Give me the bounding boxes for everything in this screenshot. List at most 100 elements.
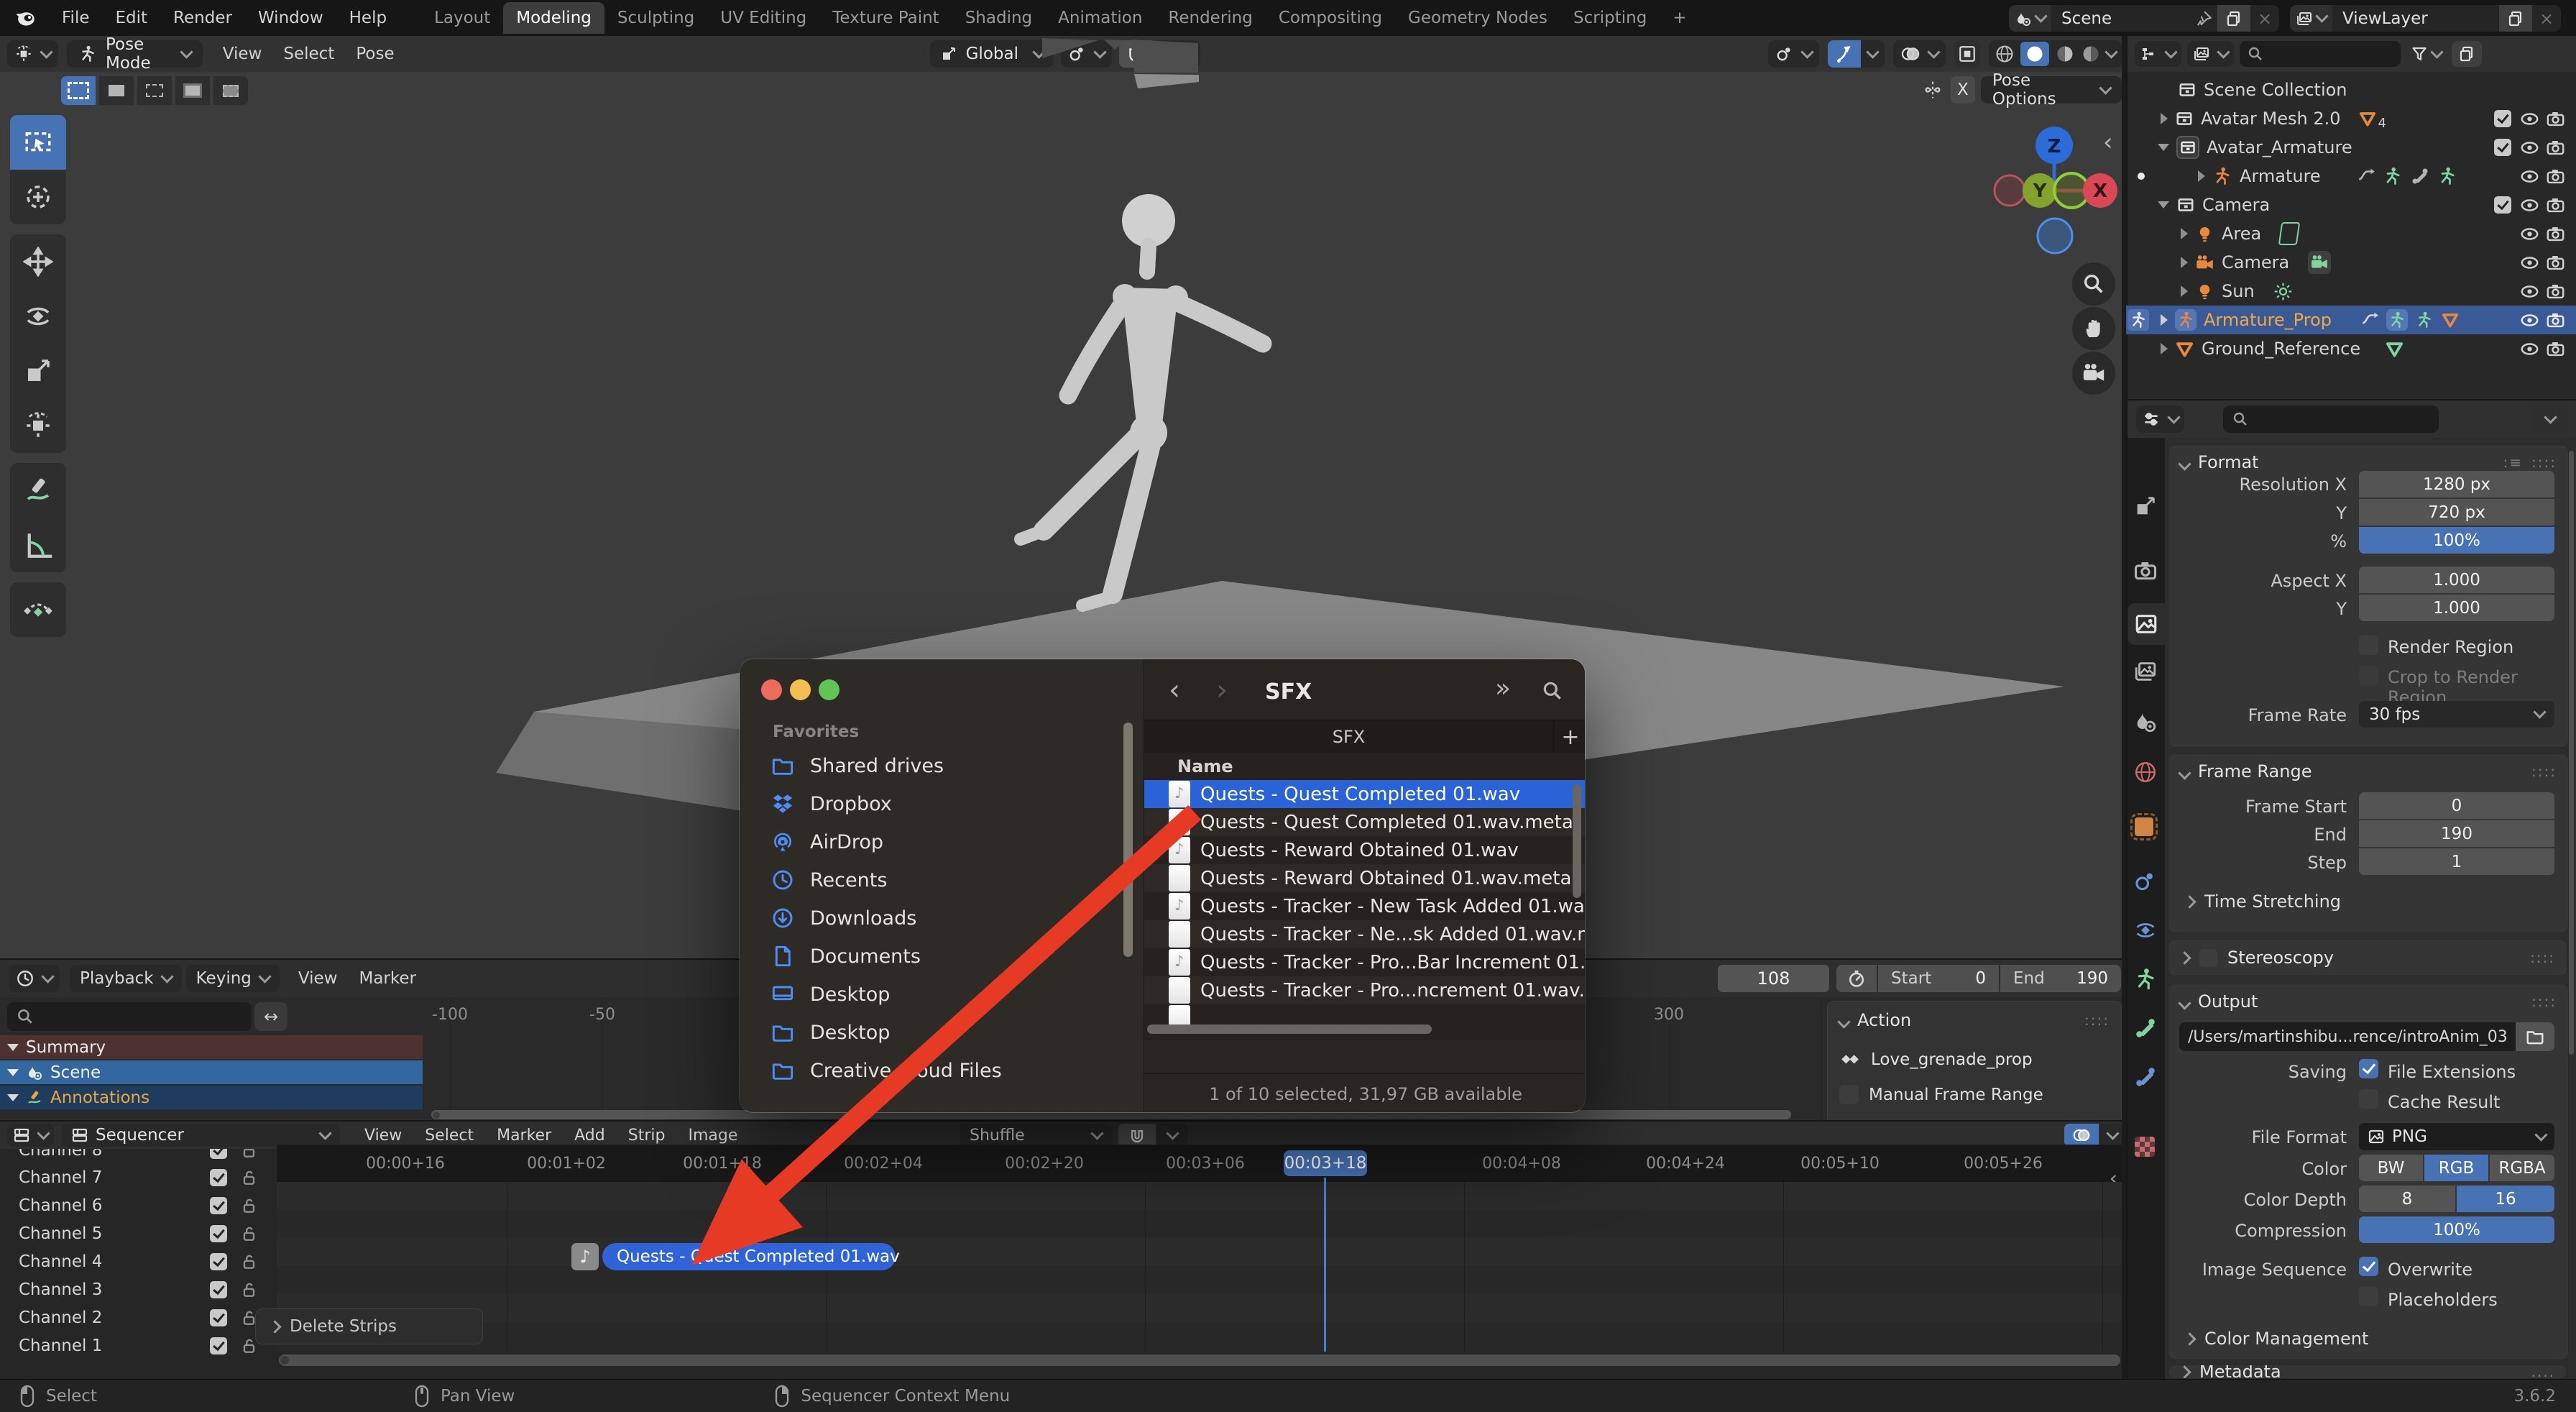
file-row[interactable]: Quests - Tracker - Pro...Bar Increment 0…: [1144, 948, 1585, 976]
outliner-filter-dropdown[interactable]: [2406, 41, 2446, 67]
format-collapse[interactable]: [2178, 457, 2191, 471]
viewlayer-name[interactable]: ViewLayer: [2332, 9, 2499, 28]
sequencer-overlay-dropdown[interactable]: [2100, 1124, 2122, 1147]
tab-constraints[interactable]: [2133, 918, 2158, 943]
eye-icon[interactable]: [2520, 253, 2539, 272]
sequencer-editor-type-button[interactable]: [7, 1124, 54, 1147]
channel-row-1[interactable]: Channel 1: [0, 1331, 277, 1360]
sequencer-menu-marker[interactable]: Marker: [497, 1127, 551, 1145]
sequencer-overlay-toggle[interactable]: [2064, 1124, 2099, 1147]
workspace-tab-scripting[interactable]: Scripting: [1560, 2, 1660, 34]
collection-checkbox[interactable]: [2494, 196, 2511, 214]
outliner-row-scene-collection[interactable]: Scene Collection: [2126, 75, 2576, 104]
sequencer-menu-select[interactable]: Select: [425, 1127, 474, 1145]
playback-dropdown[interactable]: Playback: [70, 965, 182, 992]
list-column-header[interactable]: Name: [1144, 753, 1585, 781]
sequencer-menu-add[interactable]: Add: [574, 1127, 605, 1145]
timeline-menu-marker[interactable]: Marker: [359, 969, 416, 988]
outliner-editor-type-button[interactable]: [2135, 41, 2181, 67]
overwrite-checkbox[interactable]: [2359, 1257, 2378, 1276]
time-stretching-collapse[interactable]: [2183, 894, 2196, 909]
color-rgba-option[interactable]: RGBA: [2490, 1155, 2554, 1181]
expand-icon[interactable]: [2181, 285, 2188, 297]
close-button[interactable]: [761, 679, 782, 700]
frame-range-collapse[interactable]: [2178, 766, 2191, 780]
expand-icon[interactable]: [2161, 343, 2168, 354]
sequencer-menu-strip[interactable]: Strip: [628, 1127, 666, 1145]
back-button[interactable]: ‹: [1169, 674, 1180, 707]
workspace-tab-sculpting[interactable]: Sculpting: [604, 2, 707, 34]
color-bw-option[interactable]: BW: [2359, 1155, 2423, 1181]
navigation-gizmo[interactable]: Y Z X: [1985, 115, 2122, 288]
tab-sfx[interactable]: SFX: [1144, 727, 1553, 747]
file-row[interactable]: Quests - Reward Obtained 01.wav.meta: [1144, 864, 1585, 892]
sequencer-lanes[interactable]: ♪ Quests - Quest Completed 01.wav Delete…: [255, 1178, 2122, 1352]
file-row[interactable]: Quests - Tracker - Pro...ncrement 01.wav…: [1144, 976, 1585, 1004]
outliner-row-ground-reference[interactable]: Ground_Reference: [2126, 334, 2576, 363]
metadata-collapse[interactable]: [2178, 1365, 2191, 1378]
channel-summary[interactable]: Summary: [0, 1035, 423, 1059]
scene-browse-icon[interactable]: [2009, 5, 2051, 32]
sequencer-menu-image[interactable]: Image: [688, 1127, 737, 1145]
sequencer-menu-view[interactable]: View: [364, 1127, 402, 1145]
unlink-scene-button[interactable]: ×: [2250, 9, 2279, 29]
tab-world[interactable]: [2133, 760, 2158, 784]
zoom-button[interactable]: [819, 679, 840, 700]
crop-region-checkbox[interactable]: [2359, 666, 2378, 685]
camera-visibility-icon[interactable]: [2546, 282, 2565, 301]
file-extensions-checkbox[interactable]: [2359, 1059, 2378, 1078]
metadata-drag-dots[interactable]: ....: [2531, 1365, 2555, 1378]
output-path-browse-button[interactable]: [2516, 1022, 2554, 1051]
sidebar-item-shared-drives[interactable]: Shared drives: [740, 747, 1144, 784]
stereoscopy-drag-dots[interactable]: ::::: [2530, 949, 2555, 966]
expand-icon[interactable]: [2181, 228, 2188, 239]
resolution-percent-slider[interactable]: 100%: [2359, 527, 2554, 554]
workspace-tab-texture-paint[interactable]: Texture Paint: [819, 2, 952, 34]
eye-icon[interactable]: [2520, 138, 2539, 157]
camera-visibility-icon[interactable]: [2546, 196, 2565, 215]
file-list-h-scrollbar[interactable]: [1147, 1024, 1432, 1034]
expand-icon[interactable]: [2161, 314, 2168, 326]
timeline-filter-button[interactable]: ↔: [254, 1002, 288, 1031]
outliner-row-camera-object[interactable]: Camera: [2126, 248, 2576, 277]
menu-window[interactable]: Window: [258, 9, 323, 27]
minimize-button[interactable]: [790, 679, 811, 700]
sidebar-item-dropbox[interactable]: Dropbox: [740, 785, 1144, 822]
tab-physics[interactable]: [2133, 869, 2158, 894]
collection-checkbox[interactable]: [2494, 110, 2511, 127]
properties-options-dropdown[interactable]: [2531, 405, 2569, 433]
expand-icon[interactable]: [2181, 257, 2188, 268]
sequencer-snap-dropdown[interactable]: [1157, 1124, 1187, 1147]
outliner-row-armature[interactable]: Armature: [2126, 162, 2576, 191]
tab-bone[interactable]: [2133, 1016, 2158, 1040]
sidebar-item-desktop[interactable]: Desktop: [740, 976, 1144, 1013]
scene-selector[interactable]: Scene ×: [2009, 5, 2279, 32]
output-collapse[interactable]: [2178, 996, 2191, 1010]
workspace-tab-geometry-nodes[interactable]: Geometry Nodes: [1395, 2, 1560, 34]
output-drag-dots[interactable]: ::::: [2531, 993, 2557, 1010]
outliner-display-mode[interactable]: [2187, 41, 2234, 67]
sequencer-view-type-dropdown[interactable]: Sequencer: [61, 1124, 340, 1147]
current-frame-indicator[interactable]: 00:03+18: [1284, 1150, 1367, 1176]
eye-icon[interactable]: [2520, 282, 2539, 301]
outliner-row-avatar-armature[interactable]: Avatar_Armature: [2126, 133, 2576, 162]
workspace-tab-modeling[interactable]: Modeling: [503, 2, 604, 34]
overlap-mode-dropdown[interactable]: Shuffle: [960, 1124, 1112, 1147]
workspace-tab-layout[interactable]: Layout: [421, 2, 503, 34]
outliner-row-area-light[interactable]: Area: [2126, 219, 2576, 248]
manual-frame-range-checkbox[interactable]: [1839, 1085, 1859, 1104]
file-list-scrollbar[interactable]: [1573, 784, 1581, 898]
workspace-tab-uv-editing[interactable]: UV Editing: [707, 2, 819, 34]
compression-slider[interactable]: 100%: [2359, 1216, 2554, 1243]
new-tab-button[interactable]: +: [1553, 720, 1585, 753]
current-frame-field[interactable]: 108: [1718, 965, 1829, 992]
remove-viewlayer-button[interactable]: ×: [2532, 9, 2561, 29]
tab-tool[interactable]: [2133, 494, 2158, 518]
viewport-zoom-button[interactable]: [2072, 262, 2115, 306]
channel-row-6[interactable]: Channel 6: [0, 1191, 277, 1219]
toolbar-more-button[interactable]: »: [1495, 674, 1511, 703]
channel-annotations[interactable]: Annotations: [0, 1086, 423, 1109]
sidebar-scrollbar[interactable]: [1123, 723, 1133, 957]
scene-name[interactable]: Scene: [2051, 9, 2194, 28]
tab-scene[interactable]: [2133, 710, 2158, 734]
